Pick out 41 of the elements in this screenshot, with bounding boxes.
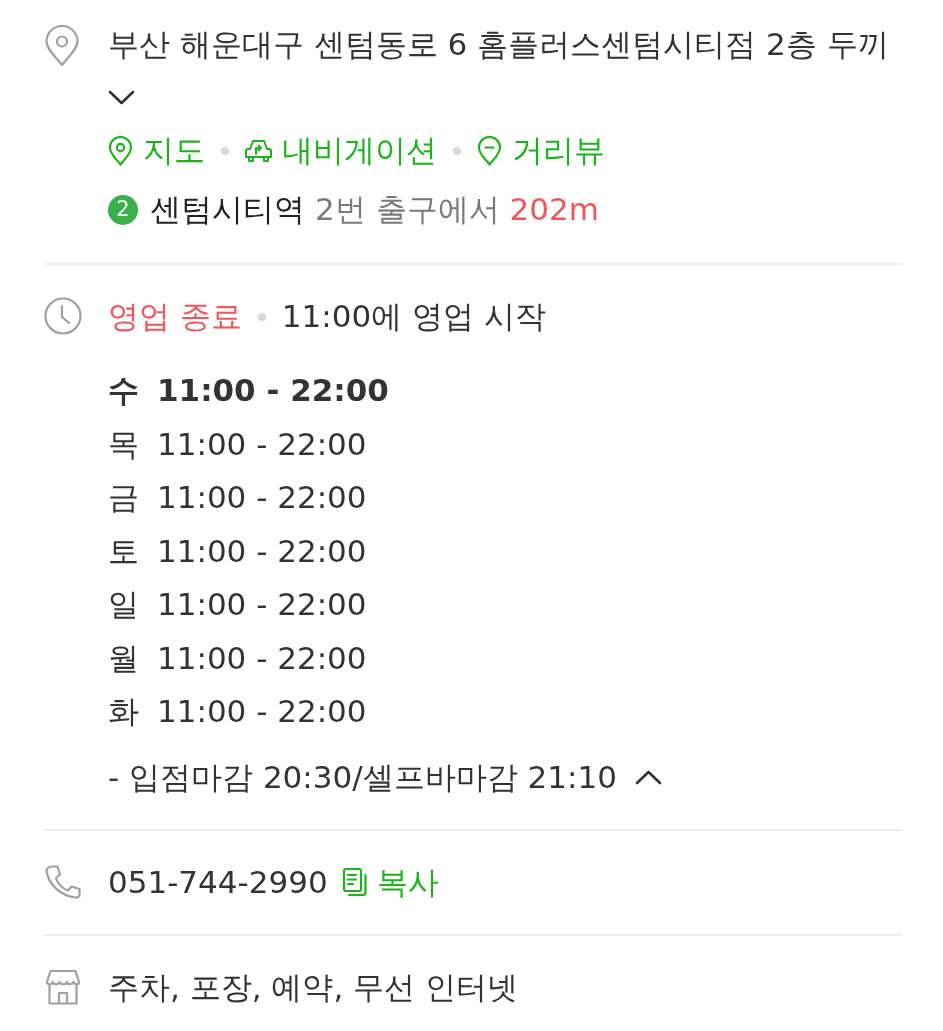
location-pin-icon [477,135,502,166]
phone-number: 051-744-2990 [108,862,328,902]
hours-note: - 입점마감 20:30/셀프바마감 21:10 [108,757,617,797]
station-name: 센텀시티역 [150,190,305,229]
day-label: 월 [108,638,139,678]
distance-text: 202m [509,190,599,229]
day-label: 일 [108,585,139,624]
day-label: 목 [108,424,139,464]
chevron-down-icon[interactable] [108,89,135,106]
clock-icon [44,297,82,335]
separator-dot-icon [453,146,461,155]
hours-text: 11:00 - 22:00 [157,371,389,410]
day-label: 금 [108,478,139,517]
status-label: 영업 종료 [108,297,242,336]
hours-text: 11:00 - 22:00 [157,585,367,624]
phone-icon [44,863,82,900]
hours-text: 11:00 - 22:00 [157,531,367,571]
address-text: 부산 해운대구 센텀동로 6 홈플러스센텀시티점 2층 두끼 [108,25,889,64]
location-pin-icon [44,25,80,67]
store-icon [44,967,82,1006]
hours-text: 11:00 - 22:00 [157,692,367,731]
navigation-link[interactable]: 내비게이션 [245,124,437,177]
exit-text: 2번 출구에서 [315,190,500,229]
next-open-text: 11:00에 영업 시작 [281,297,546,336]
car-icon [245,138,272,163]
day-label: 수 [108,371,139,410]
hours-text: 11:00 - 22:00 [157,424,367,464]
hours-text: 11:00 - 22:00 [157,478,367,517]
day-label: 토 [108,531,139,571]
location-pin-icon [108,135,133,166]
hours-text: 11:00 - 22:00 [157,638,367,678]
map-link[interactable]: 지도 [108,124,205,177]
amenities-text: 주차, 포장, 예약, 무선 인터넷 [108,967,518,1007]
separator-dot-icon [221,146,229,155]
separator-dot-icon [257,312,266,321]
copy-icon [341,867,369,897]
street-view-link[interactable]: 거리뷰 [477,124,605,177]
subway-line-badge: 2 [108,194,138,225]
copy-button[interactable]: 복사 [341,855,439,909]
chevron-up-icon[interactable] [634,769,662,785]
day-label: 화 [108,692,139,731]
